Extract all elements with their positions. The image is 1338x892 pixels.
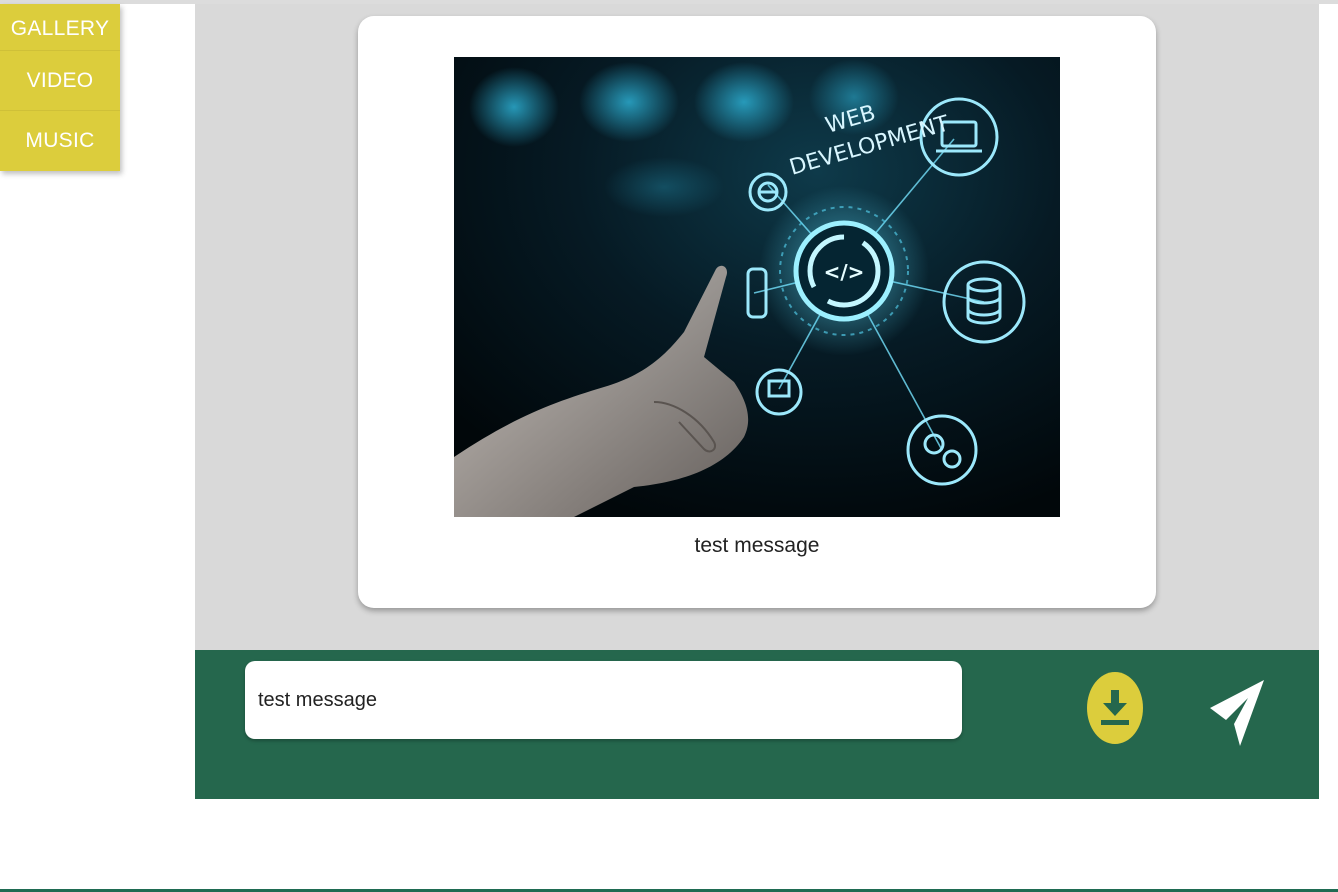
- web-development-illustration: </> WEB DEVELOPMENT: [454, 57, 1060, 517]
- download-icon: [1101, 690, 1129, 725]
- send-icon: [1210, 680, 1264, 746]
- sidebar-item-video[interactable]: VIDEO: [0, 51, 120, 111]
- message-card: </> WEB DEVELOPMENT test message: [358, 16, 1156, 608]
- message-image[interactable]: </> WEB DEVELOPMENT: [454, 57, 1060, 517]
- sidebar-nav: GALLERY VIDEO MUSIC: [0, 4, 120, 171]
- sidebar-item-music[interactable]: MUSIC: [0, 111, 120, 171]
- message-input[interactable]: [245, 661, 962, 739]
- download-button[interactable]: [1087, 672, 1143, 744]
- message-caption: test message: [694, 534, 820, 557]
- chat-area: </> WEB DEVELOPMENT test message: [195, 4, 1319, 650]
- sidebar-item-gallery[interactable]: GALLERY: [0, 4, 120, 51]
- composer-bar: [195, 650, 1319, 799]
- code-glyph: </>: [824, 260, 865, 284]
- send-button[interactable]: [1207, 674, 1267, 750]
